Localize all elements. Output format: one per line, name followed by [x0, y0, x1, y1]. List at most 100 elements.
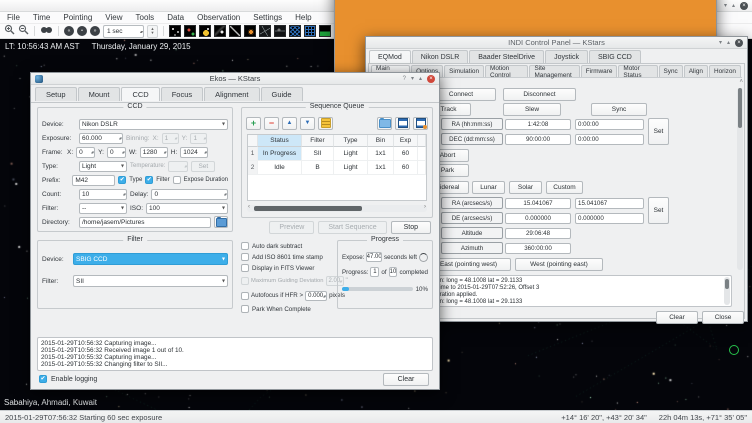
- add-job-button[interactable]: +: [246, 117, 261, 130]
- time-backward-icon[interactable]: [64, 26, 74, 36]
- lunar-button[interactable]: Lunar: [472, 181, 505, 194]
- tab-alignment[interactable]: Alignment: [204, 87, 259, 101]
- menu-file[interactable]: File: [7, 13, 20, 22]
- save-sequence-button[interactable]: [395, 117, 410, 130]
- directory-input[interactable]: /home/jasem/Pictures: [79, 217, 211, 228]
- remove-job-button[interactable]: −: [264, 117, 279, 130]
- ground-toggle-icon[interactable]: [319, 25, 331, 37]
- cell-type[interactable]: Light: [334, 147, 368, 161]
- filter-wheel-select[interactable]: SII: [73, 275, 228, 287]
- constellation-names-toggle-icon[interactable]: [274, 25, 286, 37]
- tab-horizon[interactable]: Horizon: [709, 65, 741, 77]
- comets-toggle-icon[interactable]: [214, 25, 226, 37]
- menu-time[interactable]: Time: [33, 13, 50, 22]
- open-sequence-button[interactable]: [377, 117, 392, 130]
- menu-tools[interactable]: Tools: [136, 13, 155, 22]
- menu-observation[interactable]: Observation: [197, 13, 240, 22]
- slew-button[interactable]: Slew: [503, 103, 561, 116]
- tab-sbig-ccd[interactable]: SBIG CCD: [589, 50, 641, 63]
- close-icon[interactable]: [740, 2, 748, 10]
- tab-guide[interactable]: Guide: [261, 87, 303, 101]
- time-step-input[interactable]: 1 sec: [103, 25, 144, 38]
- maximize-icon[interactable]: [419, 75, 422, 84]
- rate-set-button[interactable]: Set: [648, 197, 669, 224]
- ra-input[interactable]: 0:00:00: [575, 119, 644, 130]
- help-icon[interactable]: [403, 75, 406, 84]
- cell-bin[interactable]: 1x1: [368, 147, 394, 161]
- disconnect-button[interactable]: Disconnect: [503, 88, 576, 101]
- indi-clear-button[interactable]: Clear: [656, 311, 698, 324]
- enable-logging-checkbox[interactable]: [39, 375, 47, 383]
- custom-button[interactable]: Custom: [546, 181, 583, 194]
- cell-status[interactable]: In Progress: [258, 147, 302, 161]
- cell-exp[interactable]: 60: [394, 147, 418, 161]
- dec-input[interactable]: 0:00:00: [575, 134, 644, 145]
- autofocus-hfr-checkbox[interactable]: [241, 292, 249, 300]
- col-bin[interactable]: Bin: [368, 135, 394, 147]
- indi-close-button[interactable]: Close: [702, 311, 744, 324]
- row-number[interactable]: 2: [248, 161, 258, 175]
- cell-filter[interactable]: B: [302, 161, 334, 175]
- tab-simulation[interactable]: Simulation: [444, 65, 484, 77]
- col-exp[interactable]: Exp: [394, 135, 418, 147]
- satellites-toggle-icon[interactable]: [229, 25, 241, 37]
- tab-motor-status[interactable]: Motor Status: [618, 65, 657, 77]
- frame-y-spinbox[interactable]: 0: [107, 147, 126, 158]
- auto-dark-checkbox[interactable]: [241, 242, 249, 250]
- indi-log-view[interactable]: ation: long = 48.1008 lat = 29.1133 C Ti…: [426, 275, 732, 307]
- menu-pointing[interactable]: Pointing: [63, 13, 92, 22]
- fits-viewer-checkbox[interactable]: [241, 264, 249, 272]
- pier-west-button[interactable]: West (pointing east): [515, 258, 603, 271]
- stars-toggle-icon[interactable]: [169, 25, 181, 37]
- ekos-log-view[interactable]: 2015-01-29T10:56:32 Capturing image... 2…: [37, 337, 433, 371]
- radec-set-button[interactable]: Set: [648, 118, 669, 145]
- cell-type[interactable]: Light: [334, 161, 368, 175]
- constellation-boundaries-toggle-icon[interactable]: [289, 25, 301, 37]
- frame-x-spinbox[interactable]: 0: [76, 147, 95, 158]
- find-object-icon[interactable]: [40, 22, 53, 40]
- col-status[interactable]: Status: [258, 135, 302, 147]
- solar-system-toggle-icon[interactable]: [199, 25, 211, 37]
- tab-align[interactable]: Align: [684, 65, 708, 77]
- tab-eqmod[interactable]: EQMod: [369, 50, 411, 63]
- ra-rate-input[interactable]: 15.041067: [575, 198, 644, 209]
- expose-duration-checkbox[interactable]: [173, 176, 181, 184]
- sync-button[interactable]: Sync: [591, 103, 647, 116]
- filter-checkbox[interactable]: [145, 176, 153, 184]
- deep-sky-toggle-icon[interactable]: [184, 25, 196, 37]
- supernovae-toggle-icon[interactable]: [244, 25, 256, 37]
- maximize-icon[interactable]: [732, 2, 735, 11]
- scroll-up-icon[interactable]: ˄: [739, 78, 743, 87]
- exposure-spinbox[interactable]: 60.000: [79, 133, 123, 144]
- cell-bin[interactable]: 1x1: [368, 161, 394, 175]
- stop-button[interactable]: Stop: [391, 221, 431, 234]
- tab-motion-control[interactable]: Motion Control: [485, 65, 528, 77]
- save-sequence-as-button[interactable]: [413, 117, 428, 130]
- hfr-spinbox[interactable]: 0.000: [305, 291, 327, 301]
- time-forward-icon[interactable]: [90, 26, 100, 36]
- frame-type-select[interactable]: Light: [79, 161, 127, 172]
- minimize-icon[interactable]: [724, 2, 727, 11]
- ekos-clear-button[interactable]: Clear: [383, 373, 429, 386]
- ccd-device-select[interactable]: Nikon DSLR: [79, 119, 228, 130]
- park-when-complete-checkbox[interactable]: [241, 305, 249, 313]
- log-scrollbar[interactable]: [724, 277, 730, 305]
- sequence-hscrollbar[interactable]: [247, 205, 427, 212]
- iso-select[interactable]: 100: [146, 203, 228, 214]
- time-step-stepper[interactable]: [147, 25, 158, 38]
- menu-data[interactable]: Data: [167, 13, 184, 22]
- de-rate-input[interactable]: 0.000000: [575, 213, 644, 224]
- delay-spinbox[interactable]: 0: [151, 189, 228, 200]
- close-icon[interactable]: [427, 75, 435, 83]
- menu-help[interactable]: Help: [295, 13, 311, 22]
- frame-w-spinbox[interactable]: 1280: [140, 147, 168, 158]
- tab-baader-steeldrive[interactable]: Baader SteelDrive: [469, 50, 544, 63]
- tab-focus[interactable]: Focus: [161, 87, 203, 101]
- iso8601-checkbox[interactable]: [241, 253, 249, 261]
- row-number[interactable]: 1: [248, 147, 258, 161]
- menu-view[interactable]: View: [105, 13, 122, 22]
- type-checkbox[interactable]: [118, 176, 126, 184]
- tab-setup[interactable]: Setup: [35, 87, 77, 101]
- maximize-icon[interactable]: [727, 39, 730, 48]
- solar-button[interactable]: Solar: [509, 181, 542, 194]
